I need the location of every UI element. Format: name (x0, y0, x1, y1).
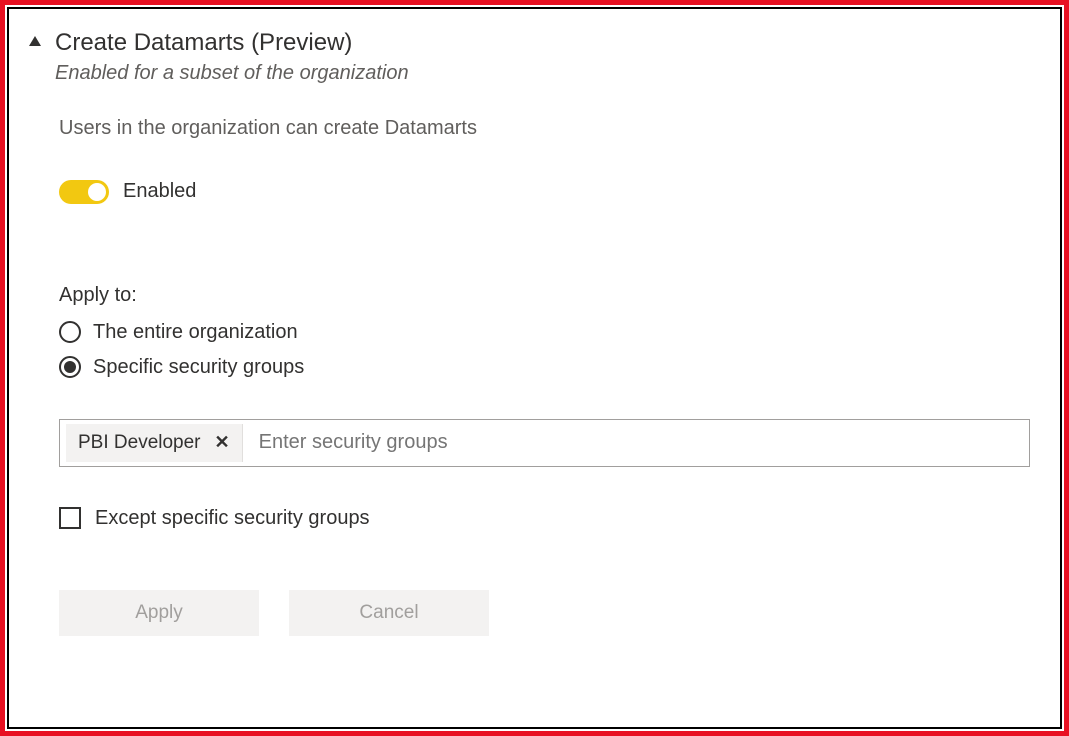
setting-subtitle: Enabled for a subset of the organization (55, 62, 409, 85)
enable-toggle[interactable] (59, 180, 109, 204)
radio-specific-groups[interactable]: Specific security groups (59, 356, 1030, 379)
chip-name: PBI Developer (78, 432, 201, 454)
radio-icon (59, 321, 81, 343)
radio-entire-org[interactable]: The entire organization (59, 321, 1030, 344)
security-groups-text-input[interactable] (253, 424, 1023, 462)
except-groups-label: Except specific security groups (95, 507, 370, 530)
toggle-knob-icon (88, 183, 106, 201)
checkbox-icon (59, 507, 81, 529)
setting-description: Users in the organization can create Dat… (59, 117, 1030, 140)
radio-icon (59, 356, 81, 378)
radio-selected-icon (64, 361, 76, 373)
security-group-chip: PBI Developer ✕ (66, 424, 243, 462)
security-groups-input[interactable]: PBI Developer ✕ (59, 419, 1030, 467)
except-groups-checkbox-row[interactable]: Except specific security groups (59, 507, 1030, 530)
chip-remove-icon[interactable]: ✕ (215, 432, 230, 453)
radio-entire-org-label: The entire organization (93, 321, 298, 344)
collapse-caret-icon[interactable] (29, 36, 41, 46)
radio-specific-groups-label: Specific security groups (93, 356, 304, 379)
cancel-button[interactable]: Cancel (289, 590, 489, 636)
apply-to-label: Apply to: (59, 284, 1030, 307)
enable-toggle-label: Enabled (123, 180, 196, 203)
setting-title: Create Datamarts (Preview) (55, 29, 409, 58)
apply-button[interactable]: Apply (59, 590, 259, 636)
